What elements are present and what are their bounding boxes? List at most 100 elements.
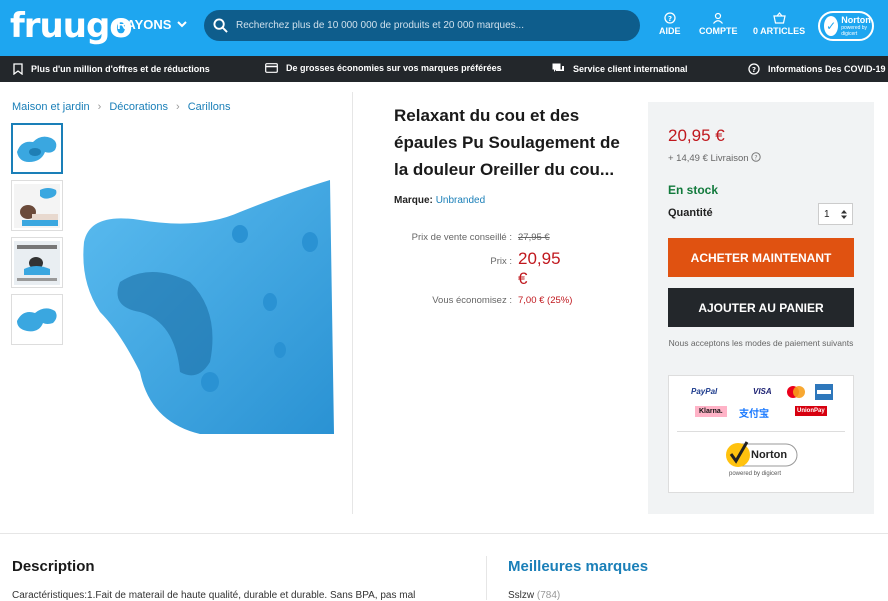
quantity-value: 1 [824,208,830,220]
info-item-covid[interactable]: ? Informations Des COVID-19 [748,63,886,75]
card-icon [265,63,278,73]
checkmark-icon: ✓ [824,16,839,36]
norton-label: Norton [751,449,788,461]
savings-label: Vous économisez : [432,295,512,306]
brand-label: Marque: [394,195,433,206]
info-item-service[interactable]: Service client international [552,63,688,75]
svg-text:?: ? [668,15,672,23]
payment-note: Nous acceptons les modes de paiement sui… [668,338,854,348]
chevron-right-icon: › [176,101,180,113]
fruugo-logo[interactable]: fruugo [10,6,133,46]
buybox-price: 20,95 € [668,126,725,145]
search-icon[interactable] [213,18,228,33]
stock-status: En stock [668,183,719,197]
delivery-row: + 14,49 € Livraison ? [668,152,761,164]
info-bar: Plus d'un million d'offres et de réducti… [0,56,888,82]
account-link[interactable]: COMPTE [699,12,738,36]
product-thumbnail[interactable] [11,237,63,288]
rayons-label: RAYONS [117,17,172,32]
help-link[interactable]: ? AIDE [659,12,681,36]
chevron-right-icon: › [97,101,102,113]
buy-now-button[interactable]: ACHETER MAINTENANT [668,238,854,277]
cart-link[interactable]: 0 ARTICLES [753,12,805,36]
search-bar [204,10,640,41]
updown-icon [841,209,847,219]
breadcrumb: Maison et jardin › Décorations › Carillo… [12,101,231,113]
info-item-offers[interactable]: Plus d'un million d'offres et de réducti… [13,63,210,75]
bookmark-icon [13,63,23,75]
search-input[interactable] [236,20,626,31]
brand-link[interactable]: Unbranded [436,195,485,206]
cart-label: 0 ARTICLES [753,26,806,36]
breadcrumb-link[interactable]: Décorations [109,101,168,113]
paypal-logo: PayPal [691,387,718,396]
price-table: Prix de vente conseillé : 27,95 € Prix :… [394,232,574,312]
quantity-label: Quantité [668,207,713,219]
user-icon [713,12,724,24]
divider [677,431,845,432]
account-label: COMPTE [699,26,738,36]
top-header: fruugo RAYONS ? AIDE COMPTE 0 ARTICLES ✓… [0,0,888,56]
help-circle-icon: ? [748,63,760,75]
savings-row: Vous économisez : 7,00 € (25%) [394,295,574,306]
info-label: Service client international [573,64,688,74]
savings-value: 7,00 € (25%) [518,295,573,306]
rrp-label: Prix de vente conseillé : [411,232,512,243]
help-circle-icon[interactable]: ? [751,152,761,162]
description-text: Caractéristiques:1.Fait de materail de h… [12,590,416,601]
thumbnail-list [11,123,63,345]
breadcrumb-link[interactable]: Maison et jardin [12,101,90,113]
add-to-cart-button[interactable]: AJOUTER AU PANIER [668,288,854,327]
help-label: AIDE [659,26,681,36]
divider [486,556,487,600]
product-title: Relaxant du cou et des épaules Pu Soulag… [394,106,620,179]
delivery-cost: + 14,49 € Livraison [668,153,749,164]
unionpay-logo: UnionPay [795,406,827,416]
buy-box: 20,95 € + 14,49 € Livraison ? En stock Q… [648,102,874,514]
breadcrumb-link[interactable]: Carillons [188,101,231,113]
payment-methods-card: PayPal VISA Klarna. 支付宝 UnionPay Norton … [668,375,854,493]
alipay-logo: 支付宝 [739,409,769,420]
divider [352,92,353,514]
rrp-value: 27,95 € [518,232,550,243]
quantity-select[interactable]: 1 [818,203,853,225]
price-value: 20,95 € [518,249,561,288]
rayons-menu-button[interactable]: RAYONS [117,17,188,32]
person-lying-image [14,183,60,228]
brand-name: Sslzw [508,590,535,601]
product-main-image[interactable] [80,172,334,434]
divider [0,533,888,534]
norton-sub: powered by digicert [841,25,868,37]
norton-label: Norton [841,15,871,25]
klarna-logo: Klarna. [695,406,727,417]
norton-seal[interactable]: Norton powered by digicert [721,438,801,478]
brand-row: Marque: Unbranded [394,195,485,206]
price-row: Prix : 20,95 € [394,249,574,289]
brand-list-item[interactable]: Sslzw (784) [508,590,560,601]
basket-icon [772,12,786,24]
description-heading: Description [12,558,95,575]
product-thumbnail[interactable] [11,180,63,231]
svg-text:?: ? [752,66,756,74]
help-circle-icon: ? [664,12,676,24]
norton-sub: powered by digicert [729,471,782,477]
usage-image [14,240,60,285]
amex-icon [815,384,833,400]
price-label: Prix : [490,256,512,267]
top-brands-heading: Meilleures marques [508,558,649,575]
pillow-image [17,136,57,162]
info-label: De grosses économies sur vos marques pré… [286,63,502,73]
rrp-row: Prix de vente conseillé : 27,95 € [394,232,574,243]
info-label: Plus d'un million d'offres et de réducti… [31,64,210,74]
mastercard-icon [787,386,805,398]
info-label: Informations Des COVID-19 [768,64,886,74]
product-thumbnail[interactable] [11,294,63,345]
pillow-image [17,307,57,331]
norton-badge[interactable]: ✓ Norton powered by digicert [818,11,874,41]
product-thumbnail[interactable] [11,123,63,174]
brand-count: (784) [536,590,561,601]
svg-text:?: ? [755,155,758,162]
visa-logo: VISA [753,387,772,396]
chevron-down-icon [177,21,188,28]
info-item-savings[interactable]: De grosses économies sur vos marques pré… [265,63,502,73]
